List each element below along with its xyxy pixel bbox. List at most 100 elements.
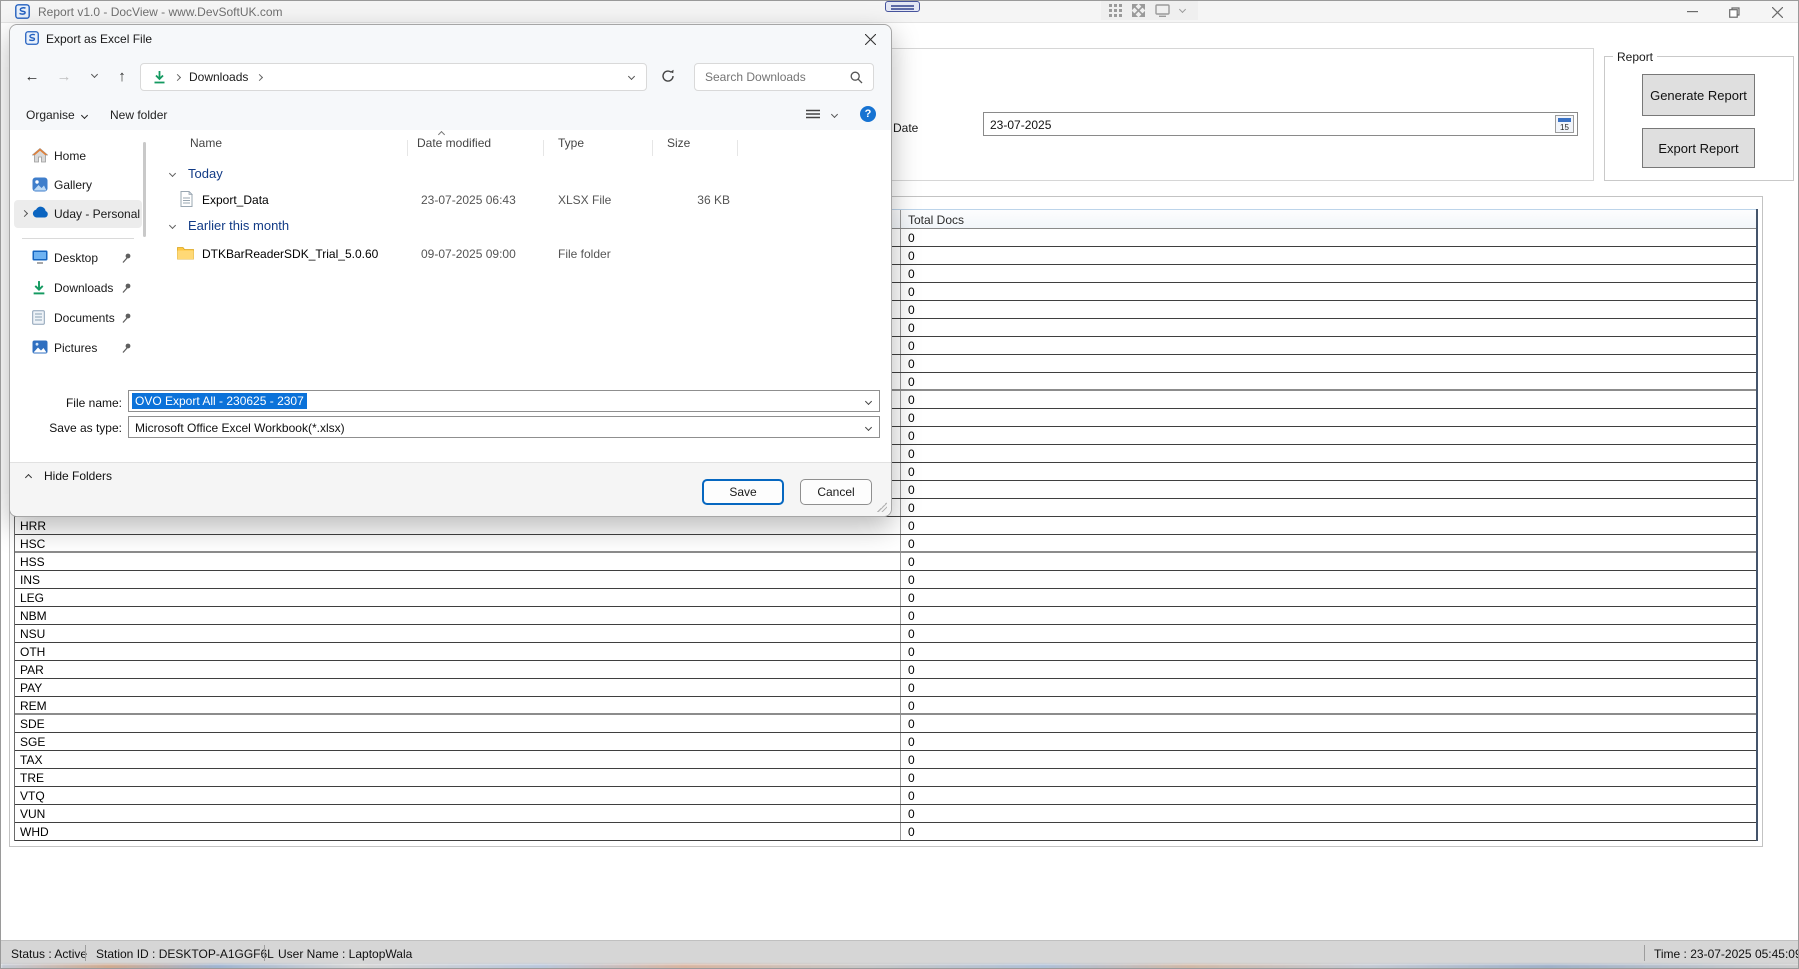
doc-code-cell: TAX — [20, 753, 42, 767]
forward-button[interactable]: → — [52, 63, 76, 89]
status-text: Status : Active — [11, 947, 87, 961]
save-button[interactable]: Save — [702, 479, 784, 505]
group-label-today[interactable]: Today — [188, 166, 223, 181]
save-as-type-label: Save as type: — [40, 421, 122, 435]
column-date-modified[interactable]: Date modified — [417, 136, 491, 150]
report-group: Report Generate Report Export Report — [1604, 56, 1794, 181]
monitor-icon[interactable] — [1155, 4, 1170, 17]
table-row[interactable]: WHD 0 — [15, 823, 1756, 841]
sidebar-item-onedrive-personal[interactable]: Uday - Personal — [14, 200, 142, 228]
sidebar-item-downloads[interactable]: Downloads — [14, 274, 142, 302]
total-docs-cell: 0 — [900, 481, 1756, 498]
table-row[interactable]: SDE 0 — [15, 715, 1756, 733]
resize-grip[interactable] — [877, 502, 887, 512]
search-icon — [850, 71, 863, 84]
total-docs-cell: 0 — [900, 499, 1756, 516]
grid-icon[interactable] — [1109, 4, 1122, 17]
hide-folders-button[interactable]: Hide Folders — [44, 469, 112, 483]
table-row[interactable]: VTQ 0 — [15, 787, 1756, 805]
resize-arrows-icon[interactable] — [1132, 4, 1145, 17]
onedrive-cloud-icon — [32, 206, 48, 222]
sidebar-item-documents[interactable]: Documents — [14, 304, 142, 332]
table-row[interactable]: HRR 0 — [15, 517, 1756, 535]
doc-code-cell: TRE — [20, 771, 44, 785]
column-size[interactable]: Size — [667, 136, 690, 150]
total-docs-cell: 0 — [900, 787, 1756, 804]
table-row[interactable]: HSS 0 — [15, 553, 1756, 571]
table-row[interactable]: TRE 0 — [15, 769, 1756, 787]
calendar-picker-button[interactable]: 15 — [1555, 115, 1574, 133]
doc-code-cell: HSS — [20, 555, 45, 569]
total-docs-cell: 0 — [900, 265, 1756, 282]
help-icon[interactable]: ? — [860, 106, 876, 122]
file-name-dropdown-icon[interactable] — [865, 398, 872, 405]
desktop-icon — [32, 250, 48, 266]
view-dropdown-icon[interactable] — [831, 111, 838, 118]
refresh-button[interactable] — [656, 63, 680, 89]
table-row[interactable]: NBM 0 — [15, 607, 1756, 625]
export-report-button[interactable]: Export Report — [1642, 128, 1755, 168]
doc-code-cell: LEG — [20, 591, 44, 605]
table-row[interactable]: PAY 0 — [15, 679, 1756, 697]
table-row[interactable]: SGE 0 — [15, 733, 1756, 751]
sidebar-item-pictures[interactable]: Pictures — [14, 334, 142, 362]
table-row[interactable]: OTH 0 — [15, 643, 1756, 661]
total-docs-cell: 0 — [900, 769, 1756, 786]
total-docs-cell: 0 — [900, 229, 1756, 246]
group-collapse-icon[interactable] — [169, 170, 176, 177]
overlay-toolbar — [1101, 1, 1198, 20]
group-collapse-icon[interactable] — [169, 222, 176, 229]
file-row-export-data[interactable]: Export_Data 23-07-2025 06:43 XLSX File 3… — [160, 188, 879, 212]
doc-code-cell: NBM — [20, 609, 47, 623]
minimize-button[interactable] — [1678, 1, 1706, 23]
file-row-dtk-folder[interactable]: DTKBarReaderSDK_Trial_5.0.60 09-07-2025 … — [160, 242, 879, 266]
back-button[interactable]: ← — [20, 63, 44, 89]
breadcrumb-downloads[interactable]: Downloads — [189, 70, 248, 84]
save-as-type-select[interactable]: Microsoft Office Excel Workbook(*.xlsx) — [128, 416, 880, 438]
table-row[interactable]: PAR 0 — [15, 661, 1756, 679]
address-dropdown-icon[interactable] — [628, 72, 635, 79]
details-view-icon[interactable] — [806, 109, 820, 121]
breadcrumb-chevron-icon[interactable] — [256, 73, 263, 80]
cancel-button[interactable]: Cancel — [800, 479, 872, 505]
doc-code-cell: VUN — [20, 807, 45, 821]
generate-report-button[interactable]: Generate Report — [1642, 74, 1755, 116]
new-folder-button[interactable]: New folder — [110, 108, 167, 122]
close-button[interactable] — [1761, 1, 1793, 23]
file-list-header: Name Date modified Type Size — [160, 130, 881, 158]
sidebar-item-desktop[interactable]: Desktop — [14, 244, 142, 272]
table-row[interactable]: VUN 0 — [15, 805, 1756, 823]
total-docs-cell: 0 — [900, 571, 1756, 588]
table-row[interactable]: TAX 0 — [15, 751, 1756, 769]
organise-menu[interactable]: Organise — [26, 108, 87, 122]
chevron-down-icon[interactable] — [1179, 5, 1186, 12]
restore-button[interactable] — [1720, 1, 1748, 23]
table-row[interactable]: HSC 0 — [15, 535, 1756, 553]
save-as-type-dropdown-icon[interactable] — [865, 424, 872, 431]
table-row[interactable]: INS 0 — [15, 571, 1756, 589]
column-type[interactable]: Type — [558, 136, 584, 150]
table-row[interactable]: LEG 0 — [15, 589, 1756, 607]
group-label-earlier[interactable]: Earlier this month — [188, 218, 289, 233]
table-row[interactable]: NSU 0 — [15, 625, 1756, 643]
sidebar-item-gallery[interactable]: Gallery — [14, 171, 142, 199]
search-input[interactable]: Search Downloads — [694, 63, 874, 91]
to-date-field[interactable]: 23-07-2025 15 — [983, 112, 1578, 136]
doc-code-cell: NSU — [20, 627, 45, 641]
floating-toolbar-widget — [885, 1, 920, 12]
history-chevron-icon[interactable] — [82, 63, 106, 89]
expand-chevron-icon[interactable] — [21, 210, 28, 217]
doc-code-cell: INS — [20, 573, 40, 587]
address-bar[interactable]: Downloads — [140, 63, 647, 91]
dialog-body: Home Gallery Uday - Personal Desktop Dow… — [10, 130, 891, 462]
table-row[interactable]: REM 0 — [15, 697, 1756, 715]
dialog-close-icon[interactable] — [857, 30, 883, 48]
gallery-icon — [32, 177, 48, 193]
dialog-footer: Hide Folders Save Cancel — [10, 462, 891, 516]
sidebar-item-home[interactable]: Home — [14, 142, 142, 170]
file-name-input[interactable]: OVO Export All - 230625 - 2307 — [128, 390, 880, 412]
sidebar-scrollbar[interactable] — [143, 142, 146, 237]
up-button[interactable]: ↑ — [110, 63, 134, 89]
column-name[interactable]: Name — [190, 136, 222, 150]
doc-code-cell: PAR — [20, 663, 44, 677]
